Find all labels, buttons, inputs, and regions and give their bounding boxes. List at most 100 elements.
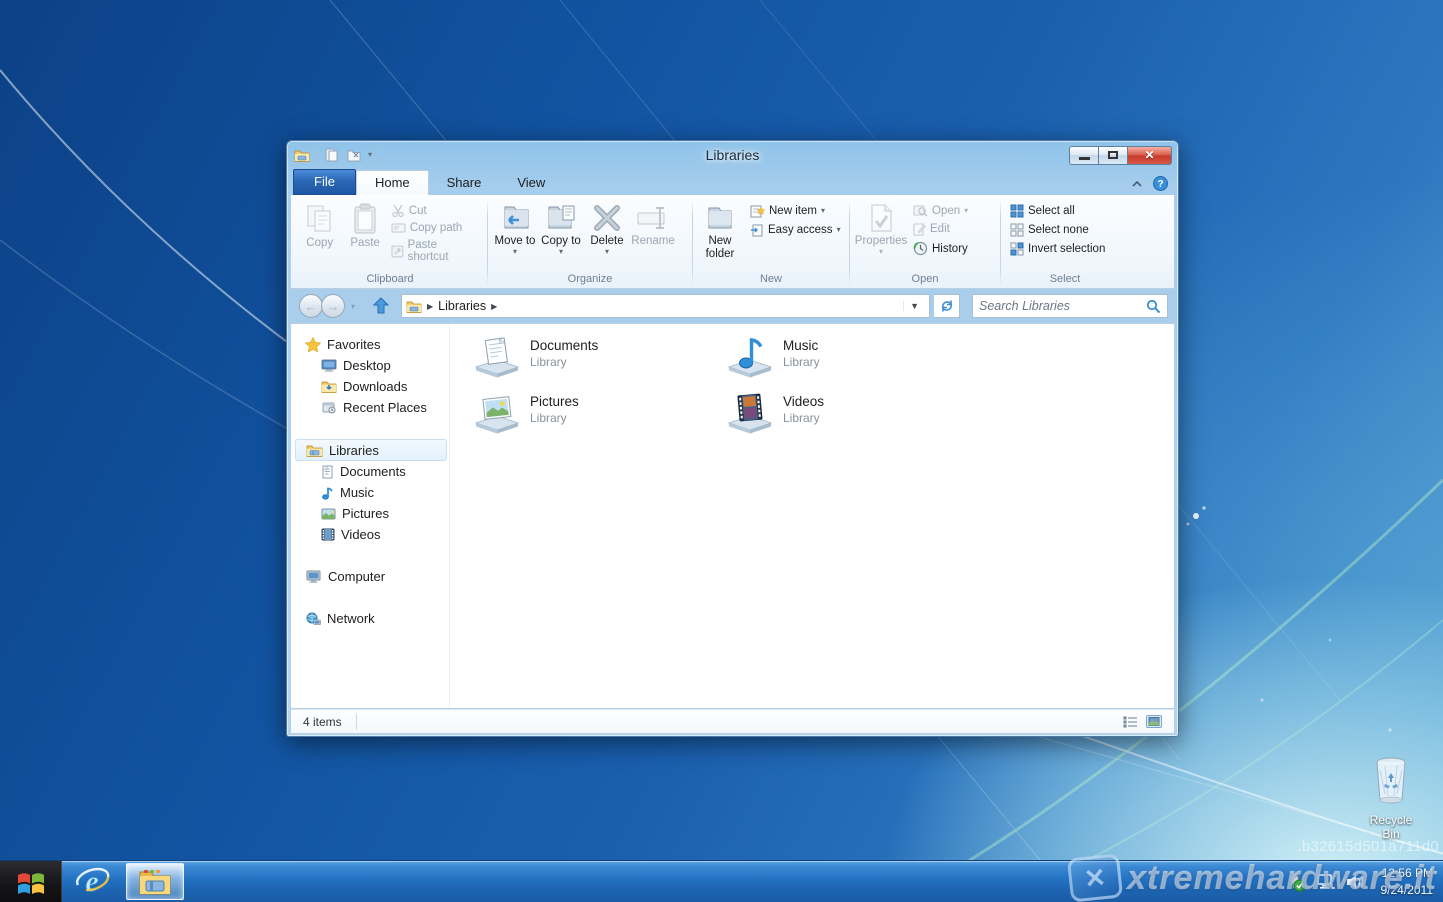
address-breadcrumb[interactable]: ▶ Libraries ▶ ▼ — [401, 294, 930, 318]
volume-tray-icon[interactable] — [1345, 873, 1366, 891]
new-folder-button[interactable]: New folder — [697, 200, 743, 264]
sidebar-item-desktop[interactable]: Desktop — [291, 355, 449, 376]
breadcrumb-arrow-icon-2[interactable]: ▶ — [491, 302, 497, 311]
system-tray: 12:56 PM 9/24/2011 — [1286, 861, 1443, 902]
rename-icon — [637, 207, 665, 229]
status-separator — [355, 713, 357, 730]
close-button[interactable]: ✕ — [1127, 145, 1172, 165]
copy-path-button[interactable]: Copy path — [388, 221, 483, 235]
title-bar[interactable]: ▾ Libraries ✕ — [287, 141, 1178, 169]
tab-file[interactable]: File — [293, 169, 356, 195]
status-bar: 4 items — [290, 709, 1175, 734]
tile-name: Videos — [783, 394, 825, 409]
copy-icon — [307, 205, 331, 232]
library-tile-pictures[interactable]: Pictures Library — [474, 392, 714, 440]
address-bar-row: ← → ▾ ▶ Libraries ▶ ▼ — [287, 289, 1178, 323]
cut-button[interactable]: Cut — [388, 203, 483, 218]
up-button[interactable] — [373, 297, 390, 315]
history-icon — [913, 241, 928, 256]
select-none-button[interactable]: Select none — [1007, 222, 1108, 238]
open-dropdown-icon: ▾ — [964, 205, 969, 215]
forward-button[interactable]: → — [321, 294, 345, 318]
sidebar-item-favorites[interactable]: Favorites — [291, 334, 449, 355]
help-icon[interactable]: ? — [1153, 176, 1168, 191]
paste-shortcut-button[interactable]: Paste shortcut — [388, 238, 483, 264]
network-tray-icon[interactable] — [1315, 873, 1336, 891]
search-box[interactable] — [972, 294, 1168, 318]
copy-to-button[interactable]: Copy to ▾ — [538, 200, 584, 259]
group-label-select: Select — [1049, 273, 1081, 285]
sidebar-item-music[interactable]: Music — [291, 482, 449, 503]
maximize-button[interactable] — [1098, 145, 1127, 165]
pictures-library-icon — [474, 396, 520, 434]
select-all-button[interactable]: Select all — [1007, 203, 1108, 219]
ribbon-group-select: Select all Select none Invert selection … — [1005, 198, 1125, 288]
taskbar-item-internet-explorer[interactable]: e — [62, 861, 124, 902]
item-count: 4 items — [303, 714, 342, 729]
easy-access-button[interactable]: Easy access ▾ — [747, 222, 844, 238]
tree-gap — [291, 545, 449, 566]
sidebar-item-downloads[interactable]: Downloads — [291, 376, 449, 397]
collapse-ribbon-icon[interactable] — [1131, 180, 1143, 188]
paste-shortcut-icon — [391, 245, 404, 258]
sidebar-item-videos[interactable]: Videos — [291, 524, 449, 545]
close-icon: ✕ — [1144, 148, 1155, 162]
edit-button[interactable]: Edit — [910, 221, 971, 237]
recent-places-icon — [322, 402, 336, 414]
maximize-icon — [1108, 151, 1118, 159]
breadcrumb-location[interactable]: Libraries — [438, 299, 486, 313]
tab-share[interactable]: Share — [429, 171, 500, 195]
invert-selection-icon — [1010, 242, 1024, 256]
taskbar-item-explorer[interactable] — [126, 863, 184, 900]
rename-button[interactable]: Rename — [630, 200, 676, 251]
sidebar-item-documents[interactable]: Documents — [291, 461, 449, 482]
thumbnail-view-button[interactable] — [1146, 715, 1162, 728]
music-icon — [322, 487, 333, 500]
refresh-button[interactable] — [934, 294, 960, 318]
ribbon-group-organize: Move to ▾ Copy to ▾ Delete ▾ Rename Orga… — [492, 198, 688, 288]
new-item-button[interactable]: New item ▾ — [747, 203, 844, 219]
library-tile-music[interactable]: Music Library — [727, 336, 967, 384]
tab-home[interactable]: Home — [355, 170, 429, 195]
taskbar-clock[interactable]: 12:56 PM 9/24/2011 — [1375, 865, 1434, 897]
history-button[interactable]: History — [910, 240, 971, 257]
sidebar-item-libraries[interactable]: Libraries — [295, 439, 447, 461]
main-area: Favorites Desktop Downloads Recent Place… — [290, 323, 1175, 709]
open-button[interactable]: Open ▾ — [910, 203, 971, 218]
new-item-dropdown-icon: ▾ — [820, 206, 825, 215]
new-item-icon — [750, 205, 765, 218]
move-to-button[interactable]: Move to ▾ — [492, 200, 538, 259]
edit-icon — [913, 223, 926, 236]
address-dropdown-icon[interactable]: ▼ — [903, 301, 925, 311]
library-tile-videos[interactable]: Videos Library — [727, 392, 967, 440]
sidebar-item-network[interactable]: Network — [291, 608, 449, 629]
computer-icon — [306, 570, 321, 583]
invert-selection-button[interactable]: Invert selection — [1007, 241, 1108, 257]
folder-content-view[interactable]: Documents Library Music Library Pictures… — [450, 324, 1174, 708]
windows-logo-icon — [17, 872, 44, 894]
tree-gap — [291, 587, 449, 608]
paste-button[interactable]: Paste — [342, 200, 387, 253]
search-input[interactable] — [979, 299, 1146, 313]
tab-view[interactable]: View — [499, 171, 563, 195]
internet-explorer-icon: e — [76, 865, 110, 898]
library-tile-documents[interactable]: Documents Library — [474, 336, 714, 384]
back-button[interactable]: ← — [299, 294, 323, 318]
clock-date: 9/24/2011 — [1380, 882, 1434, 897]
details-view-button[interactable] — [1123, 716, 1138, 728]
start-button[interactable] — [0, 861, 62, 902]
delete-button[interactable]: Delete ▾ — [584, 200, 630, 259]
copy-button[interactable]: Copy — [297, 200, 342, 253]
breadcrumb-arrow-icon[interactable]: ▶ — [427, 302, 433, 311]
properties-button[interactable]: Properties ▾ — [854, 200, 908, 259]
recycle-bin-desktop-icon[interactable]: Recycle Bin — [1362, 756, 1420, 841]
action-center-usb-icon[interactable] — [1286, 872, 1306, 892]
sidebar-item-recent-places[interactable]: Recent Places — [291, 397, 449, 418]
sidebar-item-computer[interactable]: Computer — [291, 566, 449, 587]
refresh-icon — [941, 300, 952, 312]
sidebar-item-pictures[interactable]: Pictures — [291, 503, 449, 524]
open-icon — [913, 205, 928, 217]
recent-locations-dropdown-icon[interactable]: ▾ — [351, 302, 355, 311]
minimize-button[interactable] — [1069, 145, 1098, 165]
search-icon[interactable] — [1146, 299, 1161, 314]
